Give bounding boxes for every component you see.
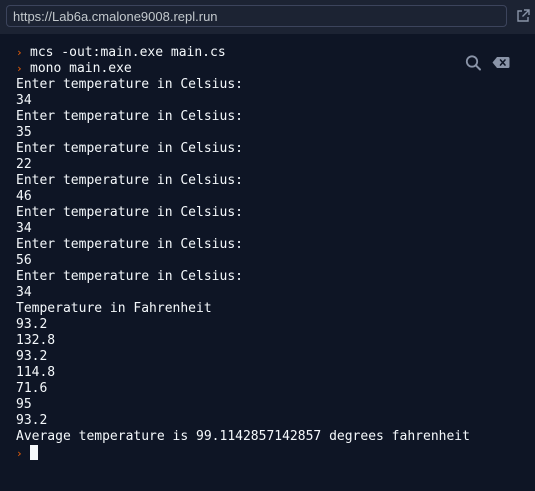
prompt-icon: › bbox=[16, 447, 23, 460]
output-line: 114.8 bbox=[16, 365, 56, 380]
output-line: Average temperature is 99.1142857142857 … bbox=[16, 429, 470, 444]
output-line: 95 bbox=[16, 397, 32, 412]
output-line: 71.6 bbox=[16, 381, 48, 396]
output-line: Enter temperature in Celsius: bbox=[16, 141, 243, 156]
output-line: 132.8 bbox=[16, 333, 56, 348]
url-text: https://Lab6a.cmalone9008.repl.run bbox=[13, 9, 218, 24]
url-input[interactable]: https://Lab6a.cmalone9008.repl.run bbox=[6, 5, 507, 27]
output-line: 93.2 bbox=[16, 317, 48, 332]
console-output: › mcs -out:main.exe main.cs › mono main.ex… bbox=[16, 45, 470, 461]
output-line: 56 bbox=[16, 253, 32, 268]
output-line: 93.2 bbox=[16, 349, 48, 364]
clear-console-icon[interactable] bbox=[491, 54, 511, 72]
command-line: › mcs -out:main.exe main.cs bbox=[16, 45, 470, 61]
command-line: › mono main.exe bbox=[16, 61, 470, 77]
output-line: 46 bbox=[16, 189, 32, 204]
output-line: Enter temperature in Celsius: bbox=[16, 109, 243, 124]
output-line: Enter temperature in Celsius: bbox=[16, 205, 243, 220]
command-text: mcs -out:main.exe main.cs bbox=[30, 45, 226, 60]
output-line: 34 bbox=[16, 221, 32, 236]
repl-webview: https://Lab6a.cmalone9008.repl.run › mcs… bbox=[0, 0, 535, 491]
input-line[interactable]: › bbox=[16, 445, 470, 461]
output-line: 22 bbox=[16, 157, 32, 172]
output-line: 93.2 bbox=[16, 413, 48, 428]
output-line: Enter temperature in Celsius: bbox=[16, 173, 243, 188]
output-line: Enter temperature in Celsius: bbox=[16, 77, 243, 92]
output-line: 34 bbox=[16, 93, 32, 108]
url-bar: https://Lab6a.cmalone9008.repl.run bbox=[0, 0, 535, 34]
output-line: Enter temperature in Celsius: bbox=[16, 237, 243, 252]
command-text: mono main.exe bbox=[30, 61, 132, 76]
output-line: Temperature in Fahrenheit bbox=[16, 301, 212, 316]
console-panel[interactable]: › mcs -out:main.exe main.cs › mono main.ex… bbox=[0, 34, 535, 491]
output-line: 35 bbox=[16, 125, 32, 140]
prompt-icon: › bbox=[16, 62, 23, 75]
output-line: Enter temperature in Celsius: bbox=[16, 269, 243, 284]
prompt-icon: › bbox=[16, 46, 23, 59]
external-link-icon[interactable] bbox=[515, 8, 531, 24]
text-cursor bbox=[30, 445, 38, 460]
output-line: 34 bbox=[16, 285, 32, 300]
